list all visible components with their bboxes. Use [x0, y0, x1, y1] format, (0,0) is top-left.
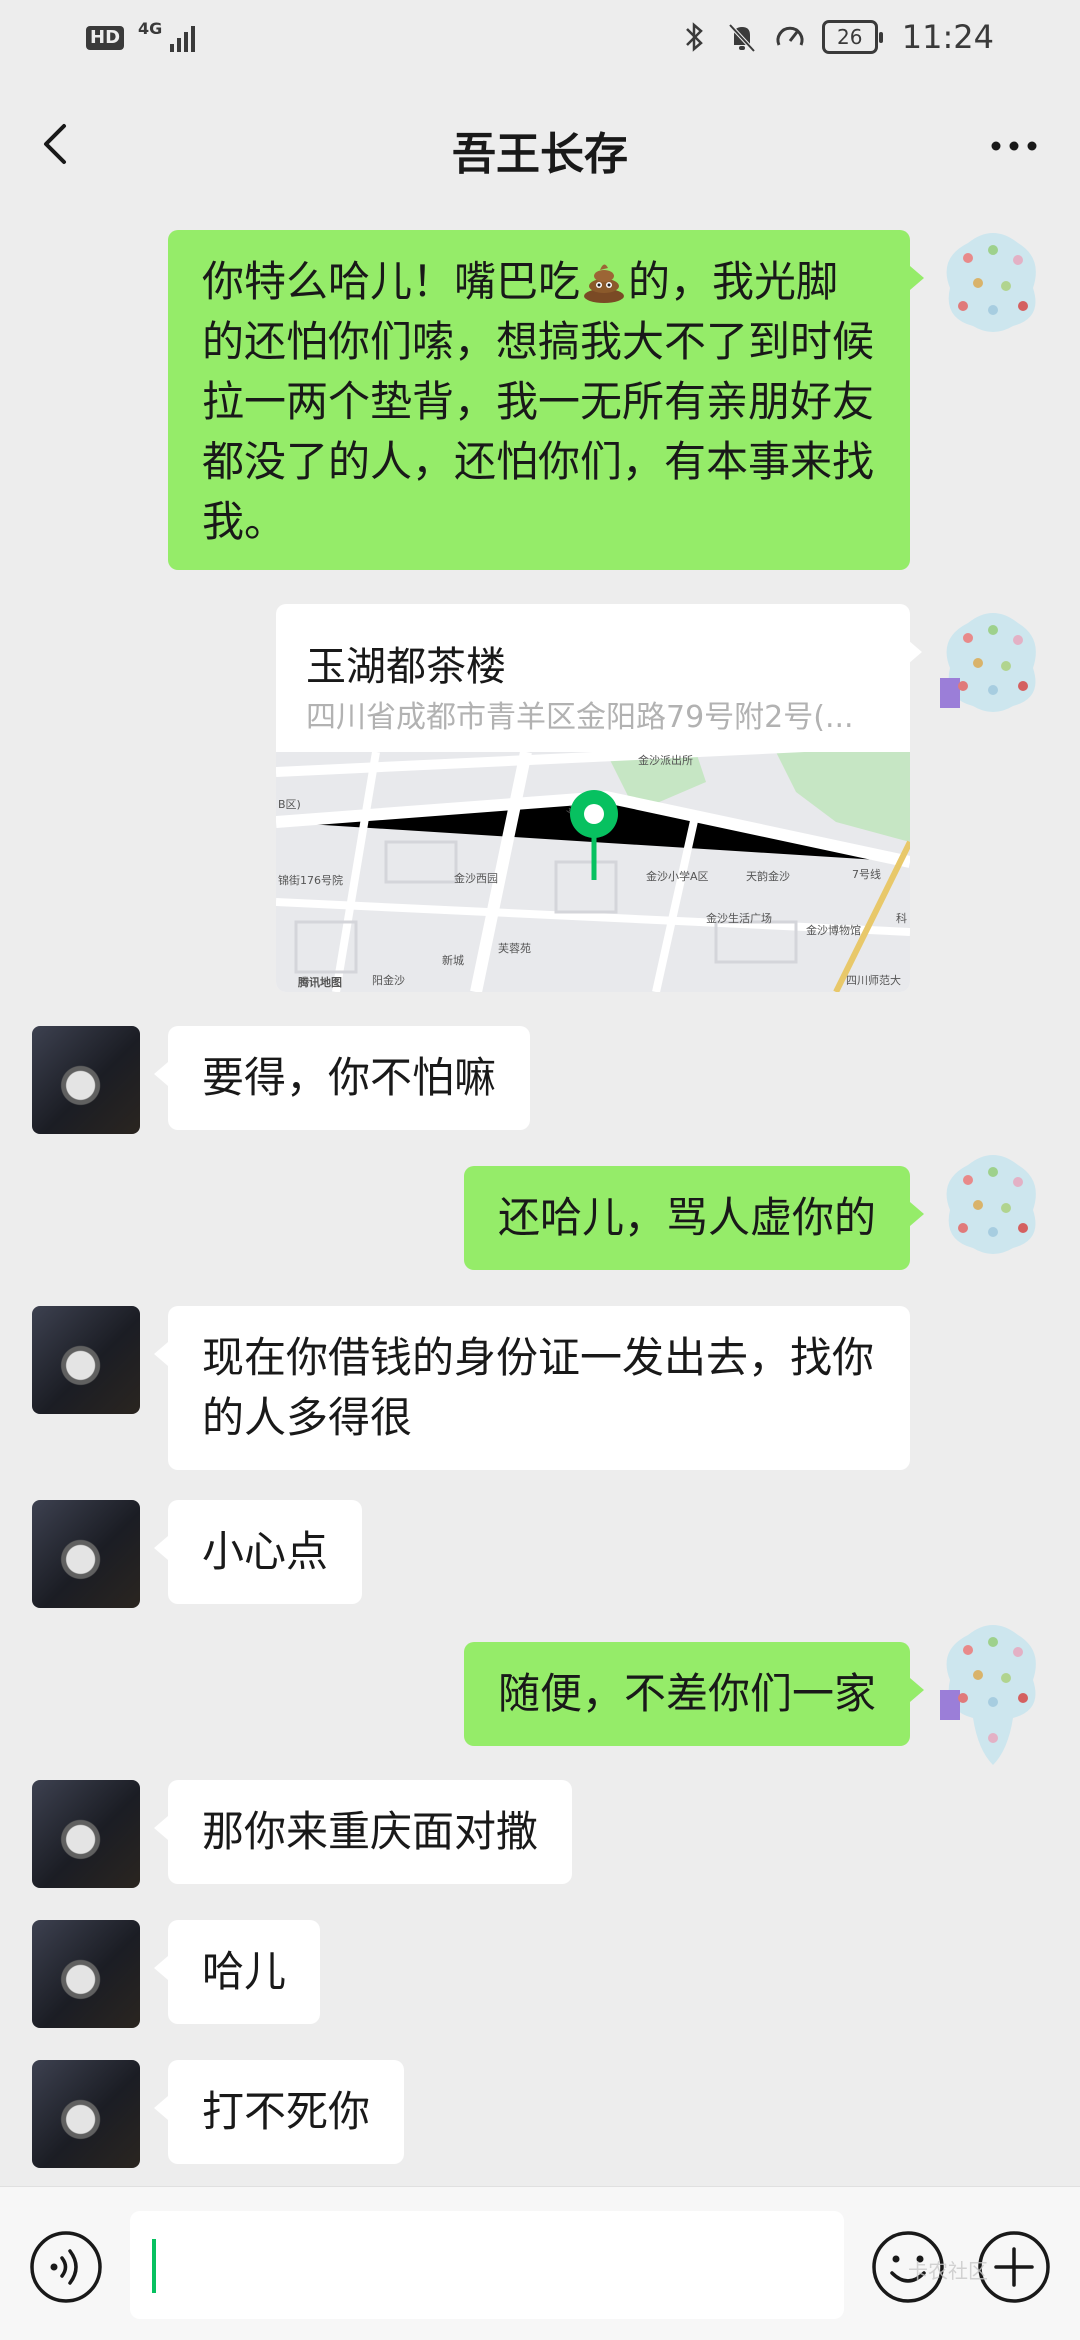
- message-bubble-incoming[interactable]: 要得，你不怕嘛: [153, 1026, 531, 1130]
- status-bar: HD 4G 26 11:24: [0, 0, 1080, 80]
- map-label: 金沙小学A区: [646, 869, 709, 883]
- map-label: 阳金沙: [372, 973, 405, 987]
- message-text: 你特么哈儿！嘴巴吃: [202, 257, 581, 306]
- map-label: B区): [278, 798, 301, 811]
- message-bubble-incoming[interactable]: 哈儿: [153, 1920, 321, 2024]
- map-label: 金沙生活广场: [706, 911, 772, 925]
- map-label: 天韵金沙: [746, 869, 790, 883]
- map-label: 金沙博物馆: [806, 923, 861, 937]
- map-label: 芙蓉苑: [498, 941, 531, 955]
- signal-icon: [170, 24, 196, 52]
- map-label: 科: [896, 911, 907, 925]
- my-avatar[interactable]: [938, 1150, 1048, 1260]
- map-label: 7号线: [852, 867, 881, 881]
- network-type: 4G: [138, 18, 163, 38]
- chat-header: 吾王长存: [0, 80, 1080, 210]
- message-bubble-incoming[interactable]: 现在你借钱的身份证一发出去，找你的人多得很: [154, 1306, 910, 1470]
- map-label: 四川师范大: [846, 973, 901, 987]
- location-card-tail: [908, 640, 922, 664]
- map-label: 金沙派出所: [638, 753, 693, 767]
- page-title: 吾王长存: [452, 129, 628, 180]
- bluetooth-icon: [685, 22, 703, 52]
- message-text: 要得，你不怕嘛: [202, 1053, 497, 1102]
- map-preview: 金沙派出所 B区) 金阳路 金沙西园 锦街176号院 金沙小学A区 天韵金沙 7…: [276, 752, 910, 992]
- message-bubble-incoming[interactable]: 那你来重庆面对撒: [153, 1780, 573, 1884]
- message-text: 哈儿: [202, 1947, 287, 1996]
- message-bubble-incoming[interactable]: 小心点: [153, 1500, 363, 1604]
- location-name: 玉湖都茶楼: [306, 644, 506, 690]
- speed-gauge-icon: [776, 26, 804, 46]
- clock: 11:24: [901, 18, 994, 56]
- message-text: 小心点: [202, 1527, 329, 1576]
- map-label: 腾讯地图: [298, 975, 342, 989]
- voice-icon[interactable]: [28, 2229, 104, 2305]
- poop-emoji-icon: [584, 264, 625, 303]
- status-left: HD 4G: [86, 19, 196, 52]
- hd-badge: HD: [86, 26, 125, 50]
- status-right: 26 11:24: [678, 18, 994, 56]
- location-card[interactable]: 玉湖都茶楼 四川省成都市青羊区金阳路79号附2号(... 金沙派出所 B区) 金…: [276, 604, 910, 992]
- message-text: 现在你借钱的身份证一发出去，找你的人多得很: [202, 1333, 875, 1442]
- text-cursor: [152, 2239, 156, 2293]
- map-label: 锦街176号院: [278, 873, 343, 887]
- my-avatar[interactable]: [938, 228, 1048, 338]
- contact-avatar[interactable]: [32, 2060, 140, 2168]
- message-text: 随便，不差你们一家: [497, 1669, 876, 1718]
- contact-avatar[interactable]: [32, 1026, 140, 1134]
- contact-avatar[interactable]: [32, 1780, 140, 1888]
- message-bubble-outgoing[interactable]: 你特么哈儿！嘴巴吃 的，我光脚的还怕你们嗦，想搞我大不了到时候拉一两个垫背，我一…: [168, 230, 924, 570]
- message-bubble-outgoing[interactable]: 还哈儿，骂人虚你的: [463, 1166, 925, 1270]
- location-address: 四川省成都市青羊区金阳路79号附2号(...: [306, 700, 854, 735]
- watermark: 卡农社区: [908, 2259, 988, 2283]
- my-avatar[interactable]: [938, 608, 1048, 718]
- map-label: 金沙西园: [454, 871, 498, 885]
- contact-avatar[interactable]: [32, 1306, 140, 1414]
- battery-indicator: 26: [821, 20, 883, 54]
- map-label: 新城: [442, 953, 464, 967]
- message-input[interactable]: [130, 2211, 844, 2319]
- contact-avatar[interactable]: [32, 1500, 140, 1608]
- message-bubble-outgoing[interactable]: 随便，不差你们一家: [463, 1642, 925, 1746]
- more-dots-icon[interactable]: [984, 118, 1044, 174]
- message-text: 还哈儿，骂人虚你的: [497, 1193, 876, 1242]
- message-text: 那你来重庆面对撒: [202, 1807, 539, 1856]
- mute-bell-icon: [728, 23, 756, 53]
- message-text: 打不死你: [202, 2087, 371, 2136]
- message-bubble-incoming[interactable]: 打不死你: [153, 2060, 405, 2164]
- my-avatar[interactable]: [938, 1620, 1048, 1770]
- contact-avatar[interactable]: [32, 1920, 140, 2028]
- input-bar: 卡农社区: [0, 2186, 1080, 2340]
